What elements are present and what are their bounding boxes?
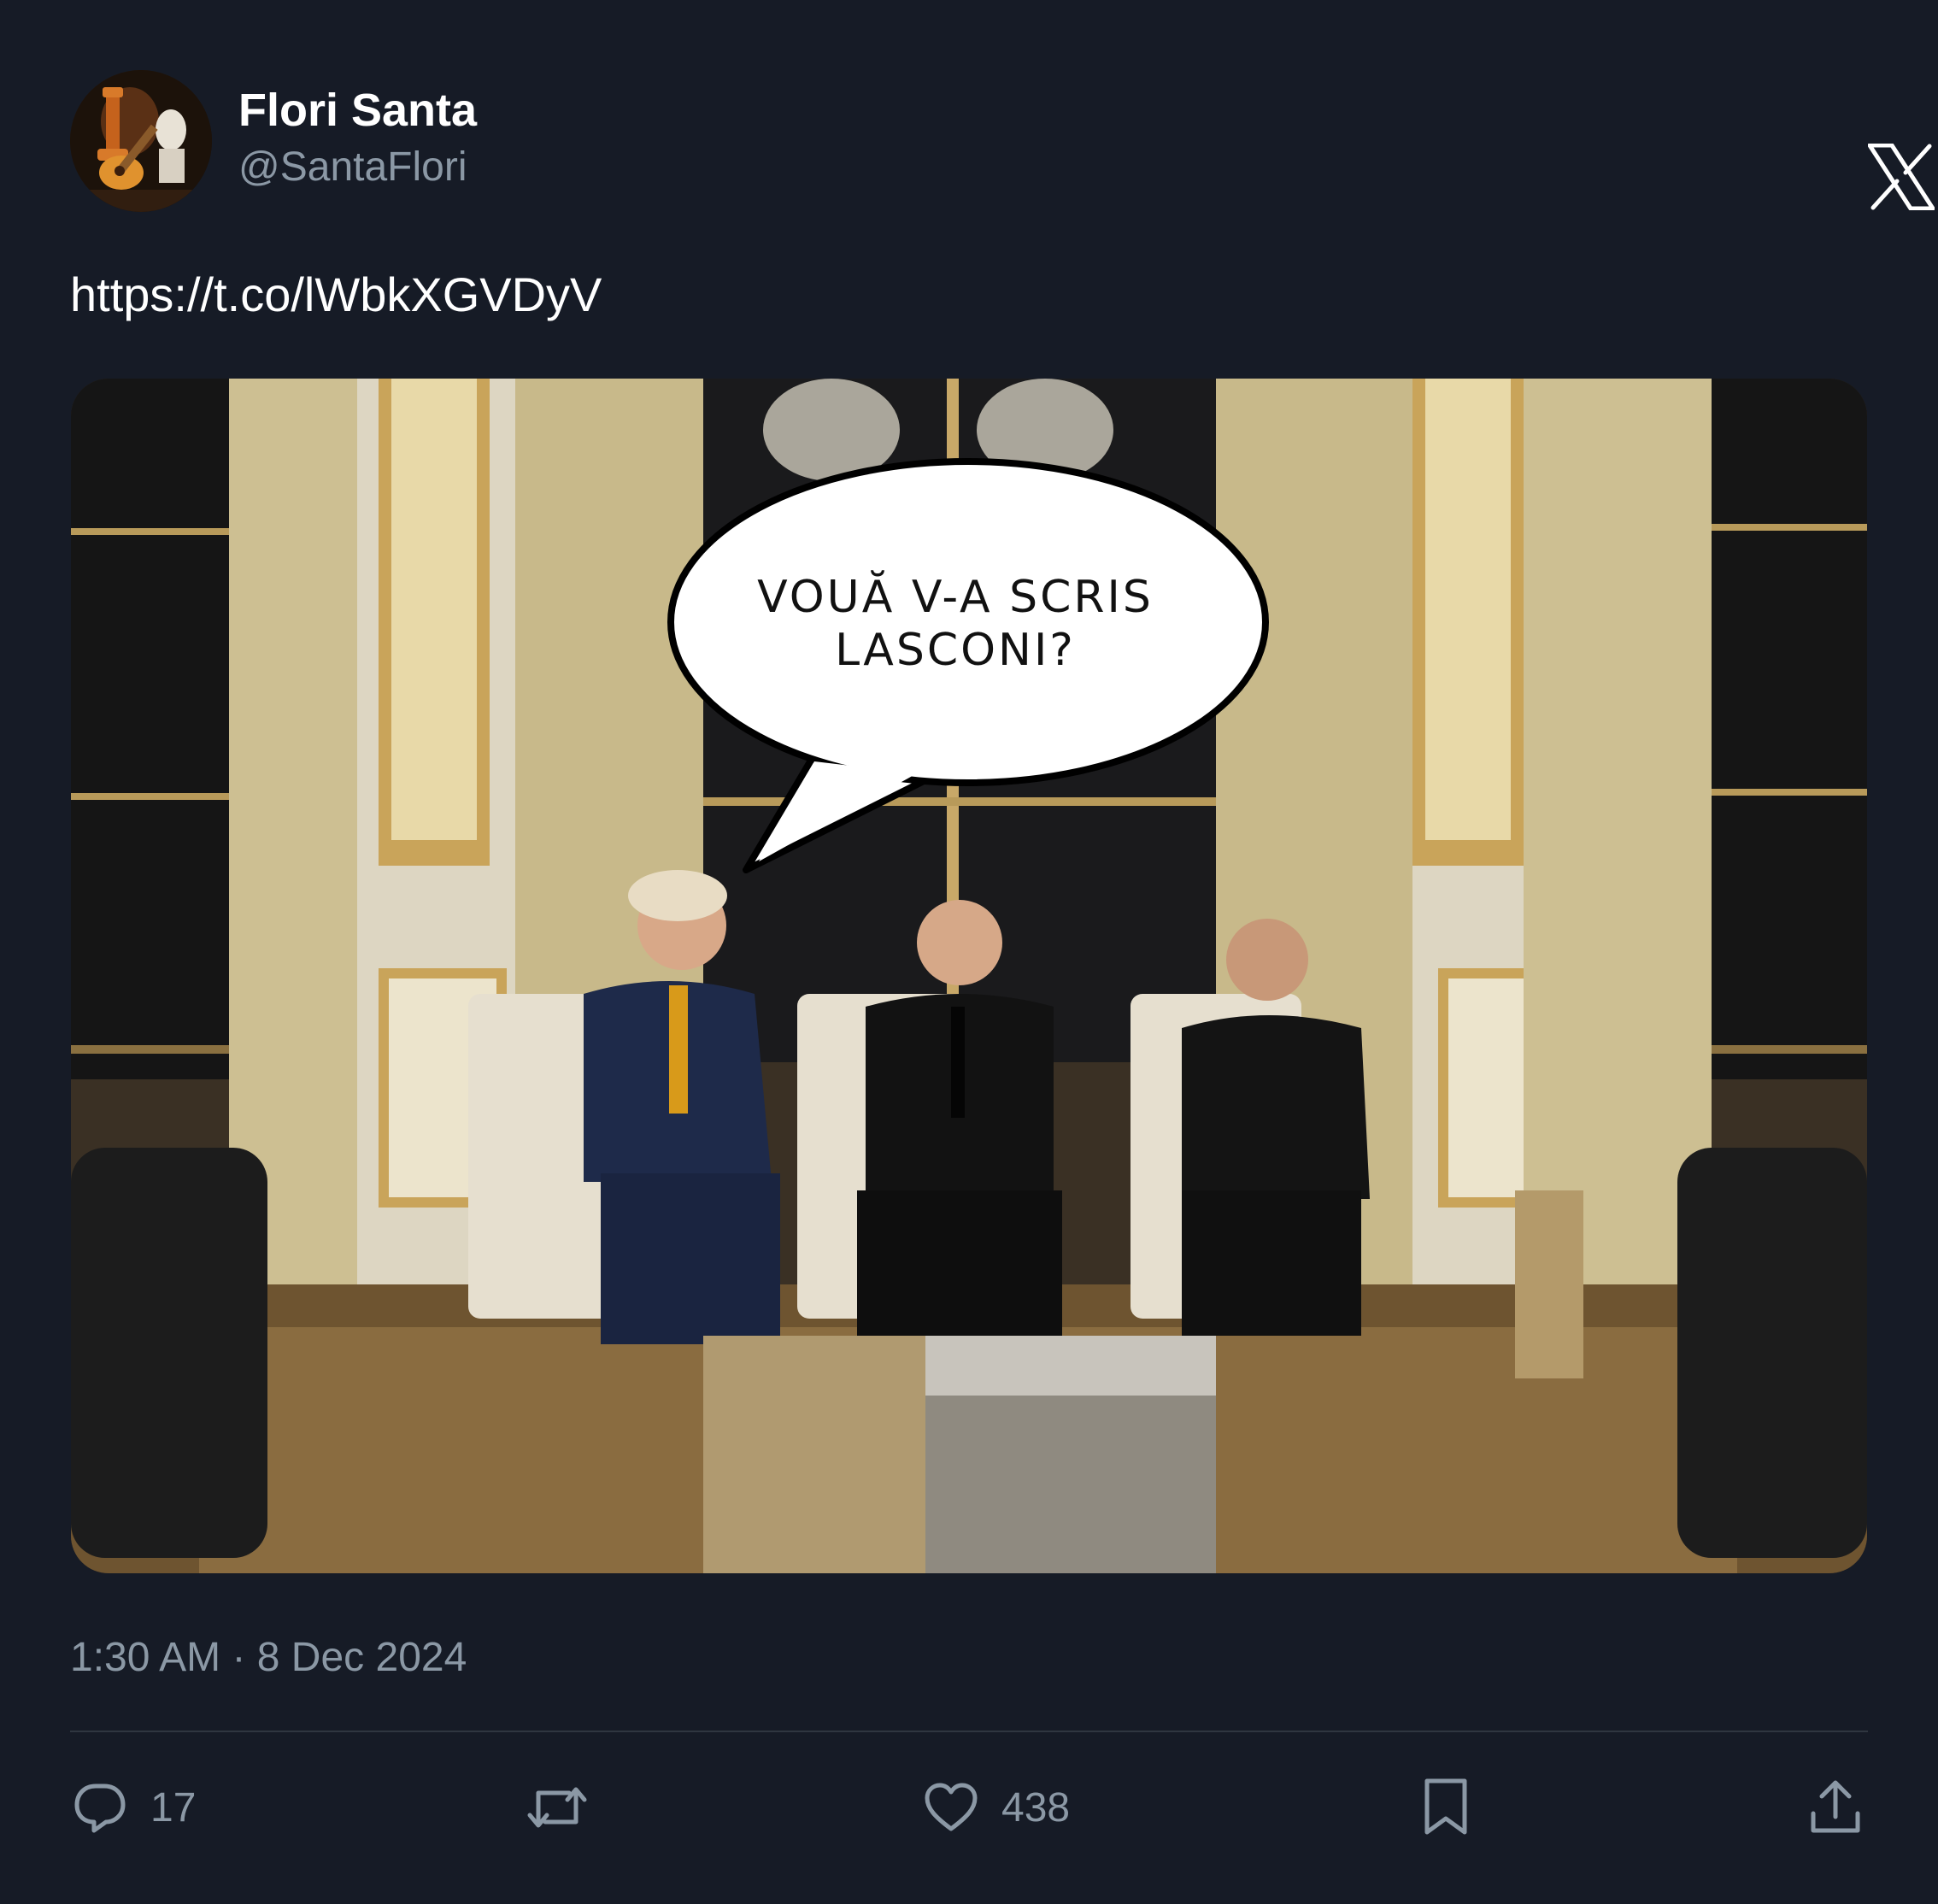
heart-icon bbox=[923, 1779, 979, 1836]
tweet-text-link[interactable]: https://t.co/lWbkXGVDyV bbox=[70, 267, 602, 322]
share-icon bbox=[1808, 1779, 1863, 1836]
action-bar: 17 438 bbox=[0, 1760, 1938, 1854]
media-photo bbox=[71, 379, 1867, 1573]
display-name[interactable]: Flori Santa bbox=[238, 84, 477, 137]
reply-button[interactable]: 17 bbox=[72, 1760, 196, 1854]
tweet-timestamp[interactable]: 1:30 AM · 8 Dec 2024 bbox=[70, 1634, 467, 1681]
user-handle[interactable]: @SantaFlori bbox=[238, 144, 467, 191]
like-button[interactable]: 438 bbox=[923, 1760, 1070, 1854]
speech-bubble-line-1: VOUĂ V-A SCRIS bbox=[757, 572, 1154, 623]
speech-bubble-line-2: LASCONI? bbox=[835, 625, 1076, 676]
bookmark-icon bbox=[1422, 1778, 1470, 1837]
divider bbox=[70, 1731, 1868, 1732]
tweet-card: Flori Santa @SantaFlori https://t.co/lWb… bbox=[0, 0, 1938, 1904]
speech-bubble-text: VOUĂ V-A SCRIS LASCONI? bbox=[716, 571, 1195, 677]
like-count: 438 bbox=[1001, 1784, 1071, 1831]
repost-icon bbox=[526, 1779, 588, 1836]
share-button[interactable] bbox=[1808, 1760, 1863, 1854]
bookmark-button[interactable] bbox=[1422, 1760, 1470, 1854]
reply-icon bbox=[72, 1779, 128, 1836]
tweet-media-image[interactable]: VOUĂ V-A SCRIS LASCONI? bbox=[71, 379, 1867, 1573]
avatar-image bbox=[70, 70, 212, 212]
x-logo-icon[interactable] bbox=[1867, 143, 1935, 211]
repost-button[interactable] bbox=[526, 1760, 610, 1854]
avatar[interactable] bbox=[70, 70, 212, 212]
tweet-header: Flori Santa @SantaFlori bbox=[70, 70, 1935, 212]
reply-count: 17 bbox=[150, 1784, 197, 1831]
